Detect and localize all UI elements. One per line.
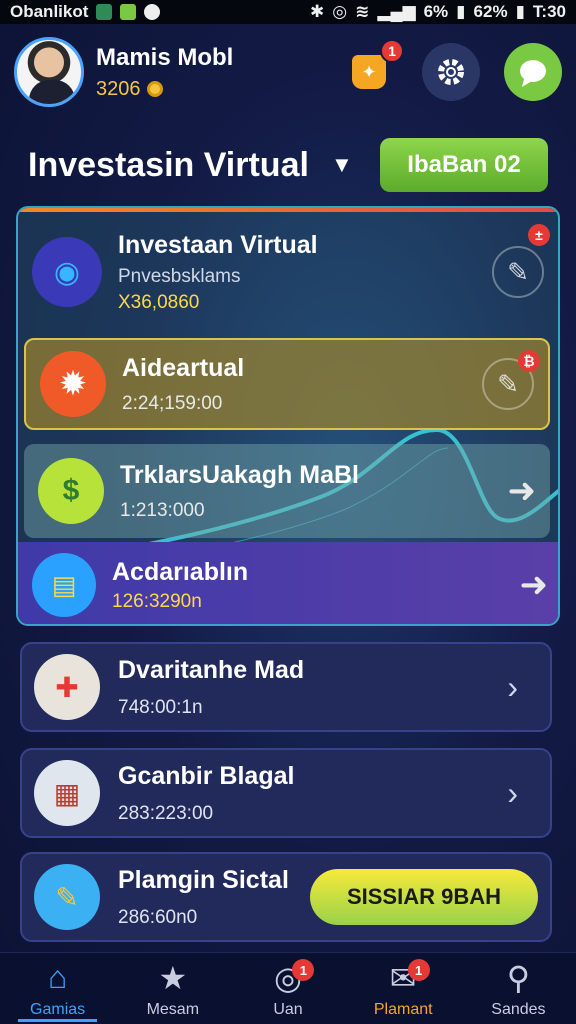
card-title: Acdarıablın bbox=[112, 557, 249, 586]
chat-bubble-icon bbox=[520, 60, 546, 87]
coin-icon bbox=[146, 81, 163, 97]
card-trklarsuakagh-mabl[interactable]: $ TrklarsUakagh MaBl 1:213:000 ➜ bbox=[24, 444, 550, 538]
avatar[interactable] bbox=[14, 37, 84, 107]
action-button[interactable]: SISSIAR 9BAH bbox=[310, 869, 538, 925]
search-icon: ⚲ bbox=[506, 959, 531, 996]
card-value: 126:3290n bbox=[112, 590, 202, 612]
card-gcanbir-blagal[interactable]: ▦ Gcanbir Blagal 283:223:00 › bbox=[20, 748, 552, 838]
card-title: Plamgin Sictal bbox=[118, 865, 289, 894]
card-value: X36,0860 bbox=[118, 291, 200, 313]
card-plamgin-sictal[interactable]: ✎ Plamgin Sictal 286:60n0 SISSIAR 9BAH bbox=[20, 852, 552, 942]
home-icon: ⌂ bbox=[47, 959, 68, 995]
document-icon: ▦ bbox=[34, 760, 100, 826]
card-title: Gcanbir Blagal bbox=[118, 761, 295, 790]
card-subtitle: Pnvesbsklams bbox=[118, 265, 241, 287]
card-value: 283:223:00 bbox=[118, 802, 214, 824]
nav-item-mesam[interactable]: ★ Mesam bbox=[115, 953, 230, 1024]
app-notification-icon bbox=[96, 4, 113, 20]
star-icon: ★ bbox=[158, 959, 188, 996]
nav-badge: 1 bbox=[407, 959, 430, 981]
card-corner-badge: ₿ bbox=[518, 350, 540, 372]
chevron-right-icon[interactable]: › bbox=[507, 775, 518, 812]
clock: T:30 bbox=[532, 2, 566, 21]
nav-label: Uan bbox=[273, 1000, 303, 1018]
nav-label: Gamias bbox=[30, 1000, 86, 1018]
card-title: TrklarsUakagh MaBl bbox=[120, 460, 359, 489]
arrow-right-icon[interactable]: ➜ bbox=[520, 565, 549, 605]
nav-label: Plamant bbox=[373, 1000, 433, 1018]
battery-left-text: 6% bbox=[423, 2, 449, 21]
user-name: Mamis Mobl bbox=[96, 43, 234, 71]
card-investaan-virtual[interactable]: ◉ Investaan Virtual Pnvesbsklams X36,086… bbox=[18, 214, 558, 330]
chevron-right-icon[interactable]: › bbox=[507, 669, 518, 706]
card-title: Dvaritanhe Mad bbox=[118, 655, 305, 684]
nav-badge: 1 bbox=[292, 959, 315, 981]
image-notification-icon bbox=[120, 4, 137, 20]
arrow-right-icon[interactable]: ➜ bbox=[508, 471, 537, 511]
card-aideartual[interactable]: ✹ Aideartual 2:24;159:00 ✎ ₿ bbox=[24, 338, 550, 430]
globe-icon: ◉ bbox=[32, 237, 102, 307]
nav-label: Mesam bbox=[146, 1000, 200, 1018]
card-value: 2:24;159:00 bbox=[122, 392, 223, 414]
alarm-icon: ◎ bbox=[332, 2, 348, 21]
notification-badge: 1 bbox=[380, 39, 404, 63]
money-bag-icon: $ bbox=[38, 458, 104, 524]
signal-icon: ▂▄▆ bbox=[377, 2, 416, 21]
profile-header: Mamis Mobl 3206 ✦ 1 bbox=[0, 24, 576, 120]
card-acdariablin[interactable]: ▤ Acdarıablın 126:3290n ➜ bbox=[18, 542, 558, 624]
nav-item-sandes[interactable]: ⚲ Sandes bbox=[461, 953, 576, 1024]
card-value: 748:00:1n bbox=[118, 696, 203, 718]
handshake-icon: ✚ bbox=[34, 654, 100, 720]
status-bar: Obanlikot ✱ ◎ ≋ ▂▄▆ 6% ▮ 62% ▮ T:30 bbox=[0, 0, 576, 24]
edit-pencil-icon[interactable]: ✎ bbox=[492, 246, 544, 298]
gear-icon bbox=[438, 59, 464, 85]
card-value: 1:213:000 bbox=[120, 499, 205, 521]
nav-item-gamias[interactable]: ⌂ Gamias bbox=[0, 953, 115, 1024]
trophy-icon: ✦ bbox=[352, 55, 386, 89]
rewards-button[interactable]: ✦ 1 bbox=[340, 39, 404, 101]
investment-group: ◉ Investaan Virtual Pnvesbsklams X36,086… bbox=[16, 206, 560, 626]
page-title[interactable]: Investasin Virtual bbox=[28, 146, 309, 185]
nav-item-plamant[interactable]: ✉ 1 Plamant bbox=[346, 953, 461, 1024]
chevron-down-icon[interactable]: ▼ bbox=[331, 152, 353, 178]
card-value: 286:60n0 bbox=[118, 906, 198, 928]
battery-icon-2: ▮ bbox=[515, 2, 525, 21]
chat-button[interactable] bbox=[504, 43, 562, 101]
settings-button[interactable] bbox=[422, 43, 480, 101]
nav-label: Sandes bbox=[491, 1000, 546, 1018]
nav-item-uan[interactable]: ◎ 1 Uan bbox=[230, 953, 345, 1024]
card-dvaritanhe-mad[interactable]: ✚ Dvaritanhe Mad 748:00:1n › bbox=[20, 642, 552, 732]
section-title-row: Investasin Virtual ▼ IbaBan 02 bbox=[0, 130, 576, 200]
carrier-label: Obanlikot bbox=[10, 2, 89, 21]
dashboard-icon: ▤ bbox=[32, 553, 96, 617]
balance-button[interactable]: IbaBan 02 bbox=[380, 138, 548, 192]
battery-icon: ▮ bbox=[456, 2, 466, 21]
bluetooth-icon: ✱ bbox=[310, 2, 325, 21]
wifi-icon: ≋ bbox=[355, 2, 370, 21]
card-corner-badge: ± bbox=[528, 224, 550, 246]
gear-icon: ✹ bbox=[40, 351, 106, 417]
user-points: 3206 bbox=[96, 77, 141, 100]
certificate-icon: ✎ bbox=[34, 864, 100, 930]
battery-right-text: 62% bbox=[473, 2, 508, 21]
bottom-navigation: ⌂ Gamias ★ Mesam ◎ 1 Uan ✉ 1 Plamant ⚲ S… bbox=[0, 952, 576, 1024]
sync-icon bbox=[144, 4, 161, 20]
card-title: Investaan Virtual bbox=[118, 230, 318, 259]
card-title: Aideartual bbox=[122, 353, 245, 382]
